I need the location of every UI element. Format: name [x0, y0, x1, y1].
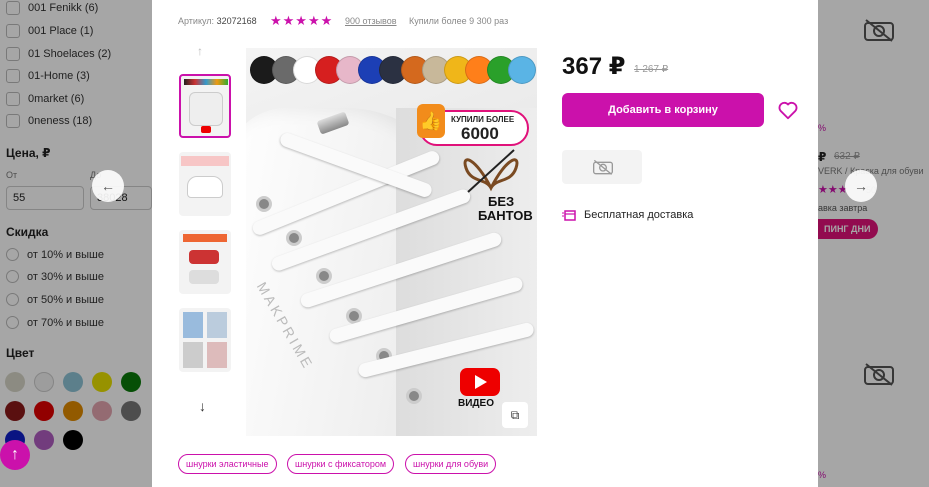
- rating-stars: ★★★★★: [270, 13, 334, 28]
- arrow-left-icon: ←: [101, 178, 115, 194]
- thumb-down-arrow-icon[interactable]: ↓: [199, 398, 206, 414]
- heart-icon: [778, 101, 798, 120]
- bought-count: Купили более 9 300 раз: [409, 16, 509, 26]
- old-price: 1 267 ₽: [634, 64, 669, 75]
- arrow-up-icon: ↑: [11, 446, 19, 463]
- next-product-button[interactable]: →: [845, 170, 877, 202]
- seller-logo-placeholder: [562, 150, 642, 184]
- thumb-up-arrow-icon[interactable]: ↑: [197, 44, 203, 58]
- current-price: 367 ₽: [562, 53, 626, 80]
- search-tag[interactable]: шнурки эластичные: [178, 454, 277, 474]
- product-main-image[interactable]: MAKPRIME 👍 КУПИЛИ БОЛЕЕ 6000 БЕЗ БАНТОВ …: [246, 48, 537, 436]
- thumbs-up-icon: 👍: [417, 104, 445, 138]
- article-label: Артикул:: [178, 16, 215, 26]
- badge-number: 6000: [461, 124, 499, 143]
- article-value: 32072168: [216, 16, 257, 26]
- color-variant-dot: [508, 56, 536, 84]
- box-icon: [562, 210, 576, 221]
- thumbnail-3[interactable]: [179, 230, 231, 294]
- bought-more-badge: 👍 КУПИЛИ БОЛЕЕ 6000: [417, 104, 529, 146]
- favorite-button[interactable]: [777, 99, 799, 121]
- thumbnail-2[interactable]: [179, 152, 231, 216]
- product-quick-view-modal: Артикул: 32072168 ★★★★★ 900 отзывов Купи…: [152, 0, 818, 487]
- arrow-right-icon: →: [854, 178, 868, 194]
- free-delivery-label: Бесплатная доставка: [584, 209, 694, 221]
- prev-product-button[interactable]: ←: [92, 170, 124, 202]
- free-delivery: Бесплатная доставка: [562, 208, 693, 222]
- search-tag[interactable]: шнурки с фиксатором: [287, 454, 395, 474]
- article: Артикул: 32072168: [178, 16, 257, 26]
- thumbnail-1[interactable]: [179, 74, 231, 138]
- no-bows-line2: БАНТОВ: [478, 208, 533, 223]
- scroll-up-button[interactable]: ↑: [0, 440, 30, 470]
- video-play-icon[interactable]: [460, 368, 500, 396]
- reviews-link[interactable]: 900 отзывов: [345, 16, 397, 26]
- video-label: ВИДЕО: [458, 398, 494, 409]
- search-tag[interactable]: шнурки для обуви: [405, 454, 497, 474]
- no-bows-line1: БЕЗ: [488, 194, 515, 209]
- add-to-cart-button[interactable]: Добавить в корзину: [562, 93, 764, 127]
- badge-caption: КУПИЛИ БОЛЕЕ: [451, 115, 515, 124]
- copy-icon: ⧉: [510, 408, 520, 422]
- copy-image-button[interactable]: ⧉: [502, 402, 528, 428]
- thumbnail-4[interactable]: [179, 308, 231, 372]
- bow-knot-icon: [463, 149, 519, 193]
- no-image-icon: [593, 159, 613, 175]
